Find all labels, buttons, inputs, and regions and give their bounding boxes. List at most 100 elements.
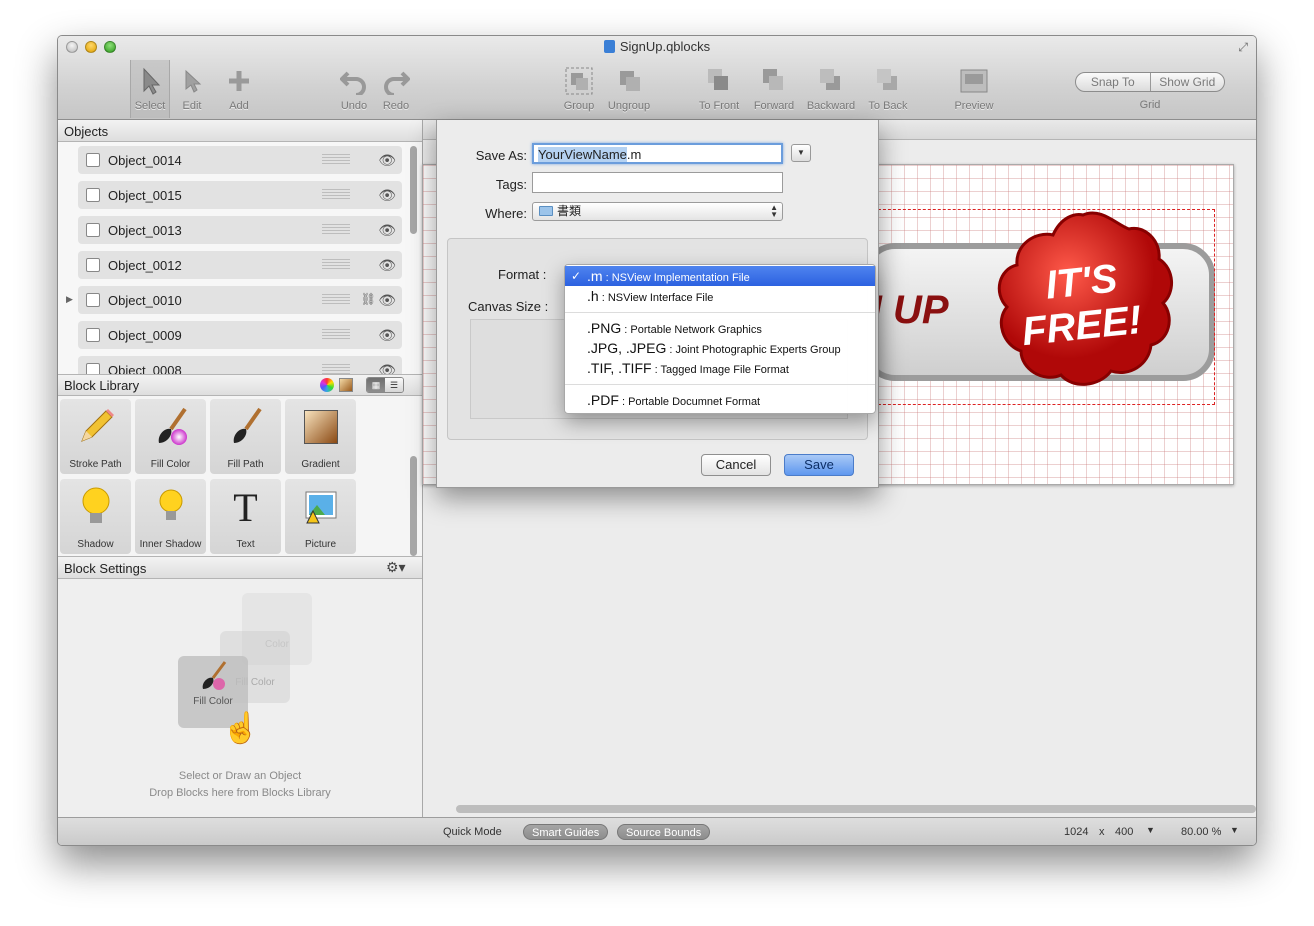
gear-icon[interactable]: ⚙▾ xyxy=(386,559,406,576)
to-back-button[interactable]: To Back xyxy=(861,64,915,112)
drag-handle[interactable] xyxy=(322,329,350,341)
block-shadow[interactable]: Shadow xyxy=(60,479,131,554)
source-bounds-toggle[interactable]: Source Bounds xyxy=(617,824,711,840)
block-library-scrollbar[interactable] xyxy=(410,456,417,556)
format-option-pdf[interactable]: .PDF : Portable Documnet Format xyxy=(565,390,875,410)
drag-handle[interactable] xyxy=(322,364,350,374)
ungroup-button[interactable]: Ungroup xyxy=(602,64,656,112)
eye-icon[interactable]: 👁 xyxy=(378,362,396,374)
gradient-icon xyxy=(285,403,356,451)
free-badge[interactable]: IT'S FREE! xyxy=(983,207,1183,407)
snap-to-toggle[interactable]: Snap To xyxy=(1076,73,1150,91)
hint-text: Drop Blocks here from Blocks Library xyxy=(149,787,331,799)
eye-icon[interactable]: 👁 xyxy=(378,257,396,274)
size-popup-arrow-icon[interactable]: ▼ xyxy=(1146,825,1155,835)
save-button[interactable]: Save xyxy=(784,454,854,476)
object-row[interactable]: Object_0012 👁 xyxy=(78,251,402,279)
preview-button[interactable]: Preview xyxy=(947,64,1001,112)
object-name: Object_0008 xyxy=(108,362,182,375)
object-checkbox[interactable] xyxy=(86,258,100,272)
menu-separator xyxy=(565,312,875,313)
grid-view-icon[interactable]: ▦ xyxy=(367,378,385,392)
gradient-swatch-icon[interactable] xyxy=(339,378,353,392)
eye-icon[interactable]: 👁 xyxy=(378,292,396,309)
format-option-png[interactable]: .PNG : Portable Network Graphics xyxy=(565,318,875,338)
object-row[interactable]: Object_0014 👁 xyxy=(78,146,402,174)
smart-guides-toggle[interactable]: Smart Guides xyxy=(523,824,609,840)
fullscreen-icon[interactable]: ⤢ xyxy=(1238,40,1248,55)
object-name: Object_0014 xyxy=(108,152,182,168)
tags-input[interactable] xyxy=(532,172,783,193)
app-window: SignUp.qblocks ⤢ Select Edit Add Undo Re… xyxy=(57,35,1257,846)
block-label: Fill Path xyxy=(227,459,264,470)
zoom-popup-arrow-icon[interactable]: ▼ xyxy=(1230,825,1239,835)
forward-button[interactable]: Forward xyxy=(747,64,801,112)
object-checkbox[interactable] xyxy=(86,293,100,307)
objects-scrollbar[interactable] xyxy=(410,146,417,234)
drag-handle[interactable] xyxy=(322,294,350,306)
object-checkbox[interactable] xyxy=(86,153,100,167)
redo-label: Redo xyxy=(382,100,410,112)
view-mode-toggle: ▦ ☰ xyxy=(366,377,404,393)
eye-icon[interactable]: 👁 xyxy=(378,222,396,239)
tags-label: Tags: xyxy=(495,177,527,192)
picture-icon xyxy=(285,483,356,531)
object-row[interactable]: Object_0008 👁 xyxy=(78,356,402,374)
block-settings-drop-area[interactable]: Color Fill Color Fill Color ☝ Select or … xyxy=(58,579,422,817)
zoom-value[interactable]: 80.00 % xyxy=(1181,826,1221,838)
to-front-icon xyxy=(692,64,746,98)
expand-dialog-button[interactable]: ▼ xyxy=(791,144,811,162)
canvas-horizontal-scrollbar[interactable] xyxy=(456,805,1256,813)
group-icon xyxy=(552,64,606,98)
object-row[interactable]: Object_0013 👁 xyxy=(78,216,402,244)
hint-text: Select or Draw an Object xyxy=(178,770,302,782)
object-checkbox[interactable] xyxy=(86,188,100,202)
format-option-tif[interactable]: .TIF, .TIFF : Tagged Image File Format xyxy=(565,358,875,378)
format-option-m[interactable]: ✓ .m : NSView Implementation File xyxy=(565,266,875,286)
drag-handle[interactable] xyxy=(322,154,350,166)
block-picture[interactable]: Picture xyxy=(285,479,356,554)
lightbulb-icon xyxy=(60,483,131,531)
object-checkbox[interactable] xyxy=(86,223,100,237)
block-fill-path[interactable]: Fill Path xyxy=(210,399,281,474)
eye-icon[interactable]: 👁 xyxy=(378,152,396,169)
group-button[interactable]: Group xyxy=(552,64,606,112)
object-row[interactable]: Object_0015 👁 xyxy=(78,181,402,209)
backward-button[interactable]: Backward xyxy=(804,64,858,112)
drag-handle[interactable] xyxy=(322,189,350,201)
hand-cursor-icon: ☝ xyxy=(222,712,260,745)
save-as-input[interactable]: YourViewName.m xyxy=(532,143,783,164)
eye-icon[interactable]: 👁 xyxy=(378,327,396,344)
block-stroke-path[interactable]: Stroke Path xyxy=(60,399,131,474)
cancel-button[interactable]: Cancel xyxy=(701,454,771,476)
block-text[interactable]: T Text xyxy=(210,479,281,554)
format-option-jpg[interactable]: .JPG, .JPEG : Joint Photographic Experts… xyxy=(565,338,875,358)
color-wheel-icon[interactable] xyxy=(320,378,334,392)
object-checkbox[interactable] xyxy=(86,363,100,374)
show-grid-toggle[interactable]: Show Grid xyxy=(1149,73,1225,91)
redo-button[interactable]: Redo xyxy=(369,64,423,112)
edit-tool-button[interactable]: Edit xyxy=(165,64,219,112)
block-fill-color[interactable]: Fill Color xyxy=(135,399,206,474)
block-inner-shadow[interactable]: Inner Shadow xyxy=(135,479,206,554)
list-view-icon[interactable]: ☰ xyxy=(385,378,403,392)
object-checkbox[interactable] xyxy=(86,328,100,342)
drag-handle[interactable] xyxy=(322,259,350,271)
format-ext: .h xyxy=(587,288,599,304)
to-front-button[interactable]: To Front xyxy=(692,64,746,112)
object-row[interactable]: Object_0009 👁 xyxy=(78,321,402,349)
block-gradient[interactable]: Gradient xyxy=(285,399,356,474)
object-name: Object_0010 xyxy=(108,292,182,308)
canvas-width-value[interactable]: 1024 xyxy=(1064,826,1088,838)
disclosure-triangle-icon[interactable]: ▶ xyxy=(66,294,73,305)
format-option-h[interactable]: .h : NSView Interface File xyxy=(565,286,875,306)
format-ext: .PDF xyxy=(587,392,619,408)
eye-icon[interactable]: 👁 xyxy=(378,187,396,204)
add-tool-button[interactable]: Add xyxy=(212,64,266,112)
text-t-icon: T xyxy=(233,484,258,530)
canvas-height-value[interactable]: 400 xyxy=(1115,826,1133,838)
group-label: Group xyxy=(563,100,595,112)
object-row[interactable]: Object_0010 ⛓ 👁 xyxy=(78,286,402,314)
where-popup[interactable]: 書類 ▲ ▼ xyxy=(532,202,783,221)
drag-handle[interactable] xyxy=(322,224,350,236)
